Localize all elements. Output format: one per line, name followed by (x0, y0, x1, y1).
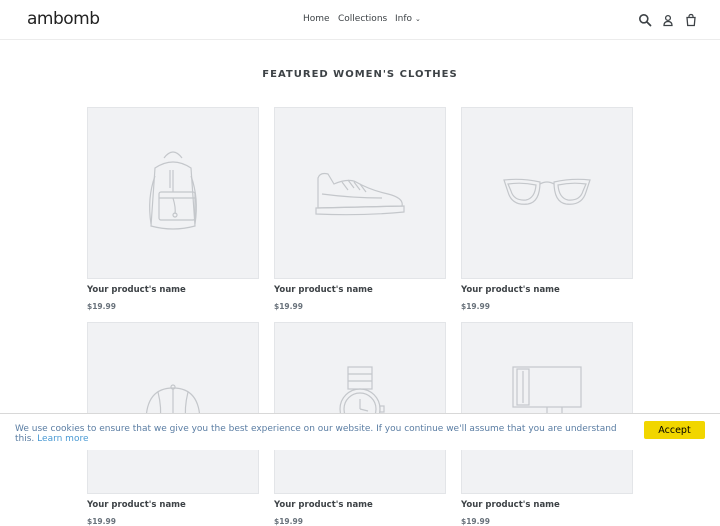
product-image[interactable] (461, 107, 633, 279)
product-name[interactable]: Your product's name (461, 500, 633, 510)
product-image[interactable] (87, 322, 259, 494)
product-image[interactable] (274, 107, 446, 279)
product-price: $19.99 (274, 517, 303, 526)
product-name[interactable]: Your product's name (274, 500, 446, 510)
nav-item-home[interactable]: Home (303, 14, 330, 24)
product-price: $19.99 (87, 517, 116, 526)
product-price: $19.99 (87, 302, 116, 311)
product-name[interactable]: Your product's name (87, 285, 259, 295)
cookie-banner: We use cookies to ensure that we give yo… (0, 413, 720, 450)
chevron-down-icon: ⌄ (415, 15, 421, 23)
product-card[interactable]: Your product's name $19.99 (274, 107, 446, 311)
sneaker-icon (312, 168, 408, 218)
product-name[interactable]: Your product's name (87, 500, 259, 510)
site-header: ambomb Home Collections Info ⌄ (0, 0, 720, 40)
cart-icon[interactable] (684, 13, 698, 27)
nav-item-info-label: Info (395, 14, 413, 24)
nav-item-info[interactable]: Info ⌄ (395, 14, 421, 24)
product-price: $19.99 (274, 302, 303, 311)
glasses-icon (502, 176, 592, 210)
product-image[interactable] (461, 322, 633, 494)
accept-cookies-button[interactable]: Accept (644, 421, 705, 439)
account-icon[interactable] (661, 13, 675, 27)
cookie-message: We use cookies to ensure that we give yo… (15, 424, 617, 444)
backpack-icon (133, 148, 213, 238)
product-price: $19.99 (461, 517, 490, 526)
product-name[interactable]: Your product's name (274, 285, 446, 295)
section-title: FEATURED WOMEN'S CLOTHES (262, 69, 458, 80)
product-name[interactable]: Your product's name (461, 285, 633, 295)
product-card[interactable]: Your product's name $19.99 (87, 107, 259, 311)
cookie-message-container: We use cookies to ensure that we give yo… (15, 424, 635, 444)
product-price: $19.99 (461, 302, 490, 311)
search-icon[interactable] (638, 13, 652, 27)
product-card[interactable]: Your product's name $19.99 (461, 107, 633, 311)
main-nav: Home Collections Info ⌄ (0, 14, 720, 28)
nav-item-collections[interactable]: Collections (338, 14, 387, 24)
product-image[interactable] (274, 322, 446, 494)
product-image[interactable] (87, 107, 259, 279)
learn-more-link[interactable]: Learn more (37, 434, 88, 444)
